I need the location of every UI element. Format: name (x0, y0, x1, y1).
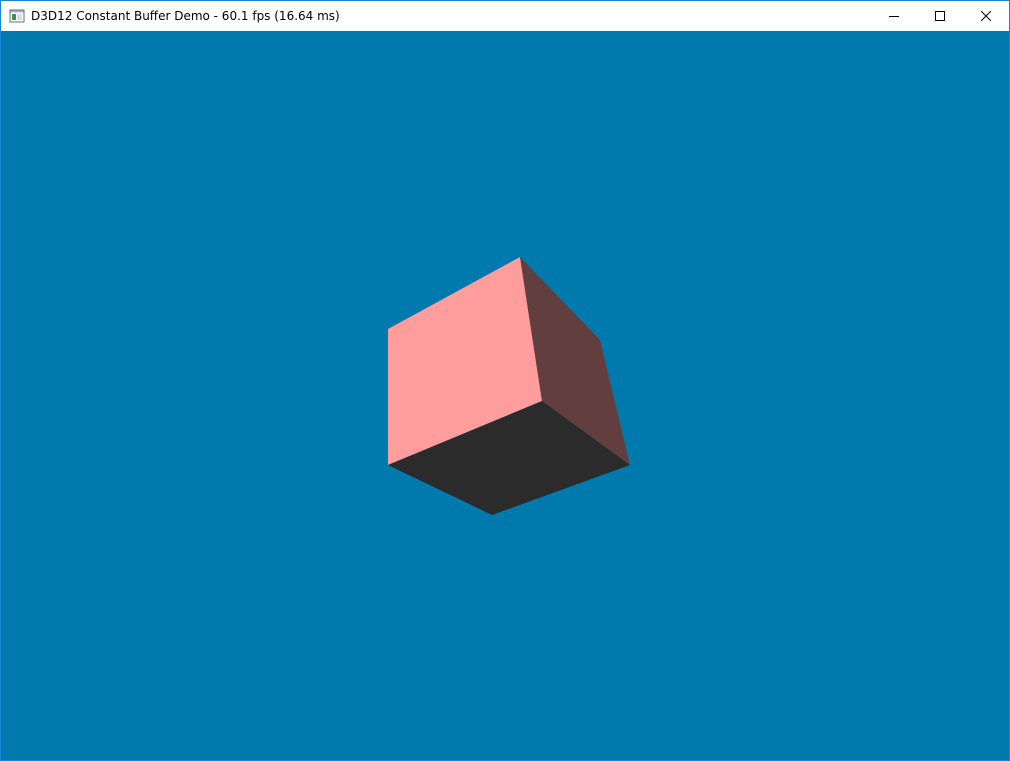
minimize-icon (889, 16, 899, 17)
render-viewport[interactable] (1, 31, 1009, 760)
title-bar[interactable]: D3D12 Constant Buffer Demo - 60.1 fps (1… (1, 1, 1009, 31)
window-title: D3D12 Constant Buffer Demo - 60.1 fps (1… (31, 9, 340, 23)
close-icon (981, 11, 991, 21)
minimize-button[interactable] (871, 1, 917, 31)
viewport-canvas (1, 31, 1009, 760)
maximize-icon (935, 11, 945, 21)
window-app-icon (9, 9, 25, 23)
app-window: D3D12 Constant Buffer Demo - 60.1 fps (1… (0, 0, 1010, 761)
close-button[interactable] (963, 1, 1009, 31)
maximize-button[interactable] (917, 1, 963, 31)
